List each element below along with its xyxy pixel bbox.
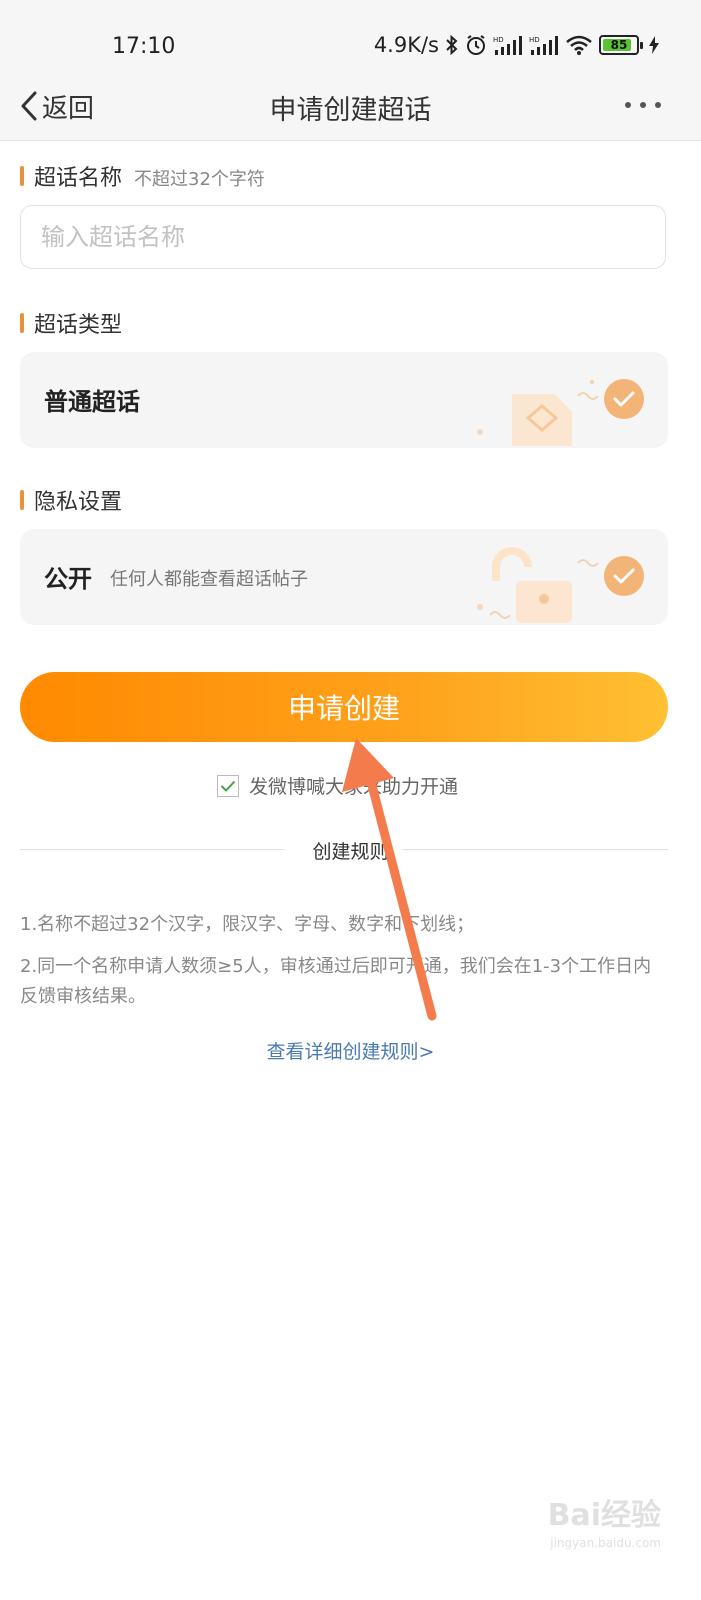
privacy-label: 隐私设置	[34, 490, 123, 515]
privacy-selected-check	[604, 556, 644, 596]
more-button[interactable]	[625, 102, 661, 108]
battery-icon: 85	[599, 35, 643, 55]
battery-level: 85	[610, 38, 628, 52]
status-bar: 17:10 4.9K/s HD HD 85	[0, 0, 701, 72]
charging-icon	[649, 36, 659, 54]
privacy-option-desc: 任何人都能查看超话帖子	[110, 569, 308, 590]
checkmark-icon	[613, 568, 635, 584]
net-speed: 4.9K/s	[373, 33, 439, 57]
wifi-icon	[566, 35, 592, 55]
section-accent-bar	[20, 313, 24, 333]
more-dots-icon	[625, 102, 631, 108]
rule-item: 1.名称不超过32个汉字，限汉字、字母、数字和下划线；	[20, 914, 475, 935]
type-selected-check	[604, 379, 644, 419]
svg-text:HD: HD	[493, 36, 504, 44]
type-label: 超话类型	[34, 313, 123, 338]
checkmark-icon	[613, 391, 635, 407]
share-weibo-label: 发微博喊大家来助力开通	[249, 776, 459, 798]
svg-text:HD: HD	[529, 36, 540, 44]
name-hint: 不超过32个字符	[134, 169, 265, 190]
lock-card-decoration-icon	[477, 547, 599, 623]
bluetooth-icon	[446, 35, 458, 55]
share-weibo-checkbox[interactable]	[217, 774, 239, 797]
status-time: 17:10	[112, 34, 176, 59]
nav-bar: 返回 申请创建超话	[0, 72, 701, 141]
status-icons: 4.9K/s HD HD 85	[374, 33, 659, 57]
checkmark-icon	[220, 780, 236, 792]
privacy-option-title: 公开	[44, 565, 92, 593]
privacy-option-public[interactable]: 公开 任何人都能查看超话帖子	[20, 529, 668, 625]
page-title: 申请创建超话	[269, 95, 432, 126]
privacy-section-label: 隐私设置	[20, 484, 122, 516]
watermark-brand: Bai经验	[547, 1498, 661, 1533]
rule-item: 2.同一个名称申请人数须≥5人，审核通过后即可开通，我们会在1-3个工作日内反馈…	[20, 956, 652, 1007]
type-section-label: 超话类型	[20, 307, 122, 339]
watermark-url: jingyan.baidu.com	[550, 1536, 661, 1550]
hd-signal-icon: HD	[493, 36, 522, 55]
rules-heading: 创建规则	[312, 841, 389, 863]
section-accent-bar	[20, 166, 24, 186]
type-option-title: 普通超话	[44, 388, 140, 416]
diamond-card-decoration-icon	[477, 380, 599, 446]
apply-create-button[interactable]: 申请创建	[20, 672, 668, 742]
share-weibo-checkbox-row[interactable]: 发微博喊大家来助力开通	[217, 772, 458, 799]
name-label: 超话名称	[34, 166, 123, 191]
hd-signal-icon: HD	[529, 36, 558, 55]
baidu-jingyan-watermark: Bai经验 jingyan.baidu.com	[548, 1490, 661, 1550]
alarm-icon	[467, 35, 485, 55]
section-accent-bar	[20, 490, 24, 510]
type-option-normal[interactable]: 普通超话	[20, 352, 668, 448]
detailed-rules-link[interactable]: 查看详细创建规则>	[0, 1037, 701, 1064]
name-section-label: 超话名称 不超过32个字符	[20, 160, 265, 192]
apply-create-label: 申请创建	[287, 692, 400, 725]
topic-name-input[interactable]	[20, 205, 666, 269]
